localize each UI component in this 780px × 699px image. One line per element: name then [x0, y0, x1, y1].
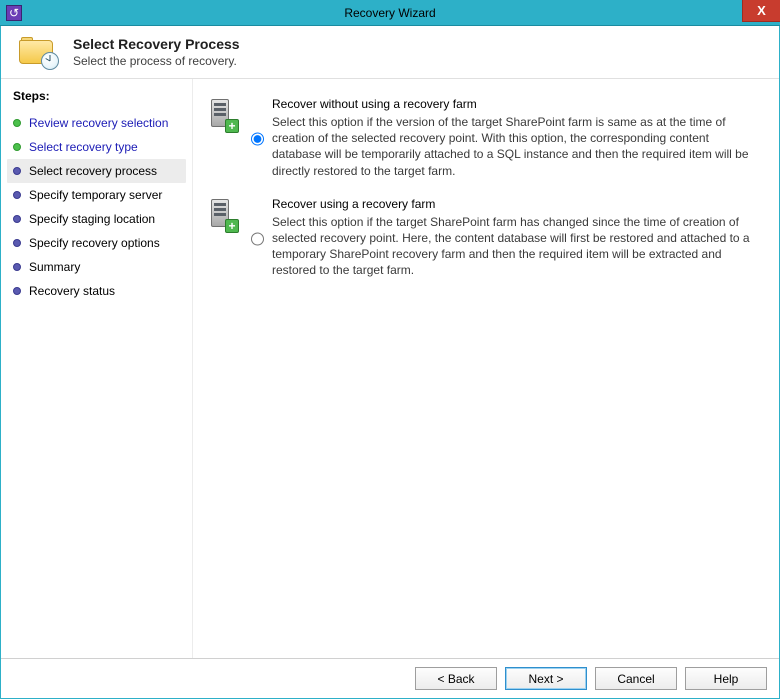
recovery-option-radio[interactable] — [251, 199, 264, 279]
step-bullet-icon — [13, 167, 21, 175]
step-label: Specify temporary server — [29, 188, 162, 202]
step-bullet-icon — [13, 191, 21, 199]
step-item[interactable]: Select recovery type — [7, 135, 186, 159]
recovery-option: + Recover without using a recovery farm Se… — [207, 97, 757, 179]
step-item: Specify staging location — [7, 207, 186, 231]
option-description: Select this option if the target SharePo… — [272, 214, 757, 279]
step-item: Recovery status — [7, 279, 186, 303]
window-title: Recovery Wizard — [344, 6, 435, 20]
step-label: Recovery status — [29, 284, 115, 298]
cancel-button[interactable]: Cancel — [595, 667, 677, 690]
window-body: Select Recovery Process Select the proce… — [0, 26, 780, 699]
main-panel: + Recover without using a recovery farm Se… — [193, 79, 779, 658]
step-bullet-icon — [13, 143, 21, 151]
step-item: Specify temporary server — [7, 183, 186, 207]
step-bullet-icon — [13, 263, 21, 271]
step-item[interactable]: Review recovery selection — [7, 111, 186, 135]
step-label: Select recovery type — [29, 140, 138, 154]
recovery-option: + Recover using a recovery farm Select thi… — [207, 197, 757, 279]
recovery-process-icon — [19, 36, 57, 68]
back-button[interactable]: < Back — [415, 667, 497, 690]
step-label: Specify recovery options — [29, 236, 160, 250]
steps-heading: Steps: — [7, 89, 186, 103]
page-header: Select Recovery Process Select the proce… — [1, 26, 779, 78]
step-label: Specify staging location — [29, 212, 155, 226]
step-bullet-icon — [13, 287, 21, 295]
title-bar: ↺ Recovery Wizard X — [0, 0, 780, 26]
recovery-wizard-icon: ↺ — [6, 5, 22, 21]
page-title: Select Recovery Process — [73, 36, 240, 52]
option-title: Recover using a recovery farm — [272, 197, 757, 211]
step-label: Select recovery process — [29, 164, 157, 178]
recovery-option-radio[interactable] — [251, 99, 264, 179]
help-button[interactable]: Help — [685, 667, 767, 690]
server-add-icon: + — [207, 97, 239, 133]
next-button[interactable]: Next > — [505, 667, 587, 690]
option-description: Select this option if the version of the… — [272, 114, 757, 179]
step-bullet-icon — [13, 215, 21, 223]
server-add-icon: + — [207, 197, 239, 233]
step-item: Summary — [7, 255, 186, 279]
step-item: Specify recovery options — [7, 231, 186, 255]
button-bar: < Back Next > Cancel Help — [1, 658, 779, 698]
step-bullet-icon — [13, 119, 21, 127]
option-title: Recover without using a recovery farm — [272, 97, 757, 111]
step-bullet-icon — [13, 239, 21, 247]
steps-sidebar: Steps: Review recovery selection Select r… — [1, 79, 193, 658]
step-label: Summary — [29, 260, 80, 274]
step-item: Select recovery process — [7, 159, 186, 183]
step-label: Review recovery selection — [29, 116, 168, 130]
close-button[interactable]: X — [742, 0, 780, 22]
page-subtitle: Select the process of recovery. — [73, 54, 240, 68]
